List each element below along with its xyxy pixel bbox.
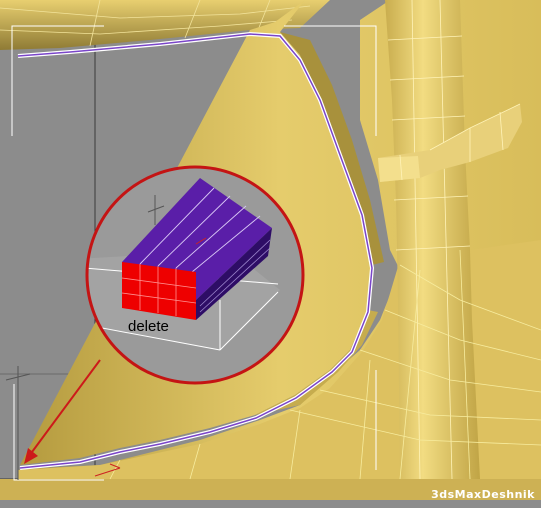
3d-viewport[interactable]: delete 3dsMaxDeshnik xyxy=(0,0,541,508)
viewport-scene[interactable] xyxy=(0,0,541,508)
watermark-text: 3dsMaxDeshnik xyxy=(431,488,535,501)
callout-label-delete: delete xyxy=(128,318,169,335)
